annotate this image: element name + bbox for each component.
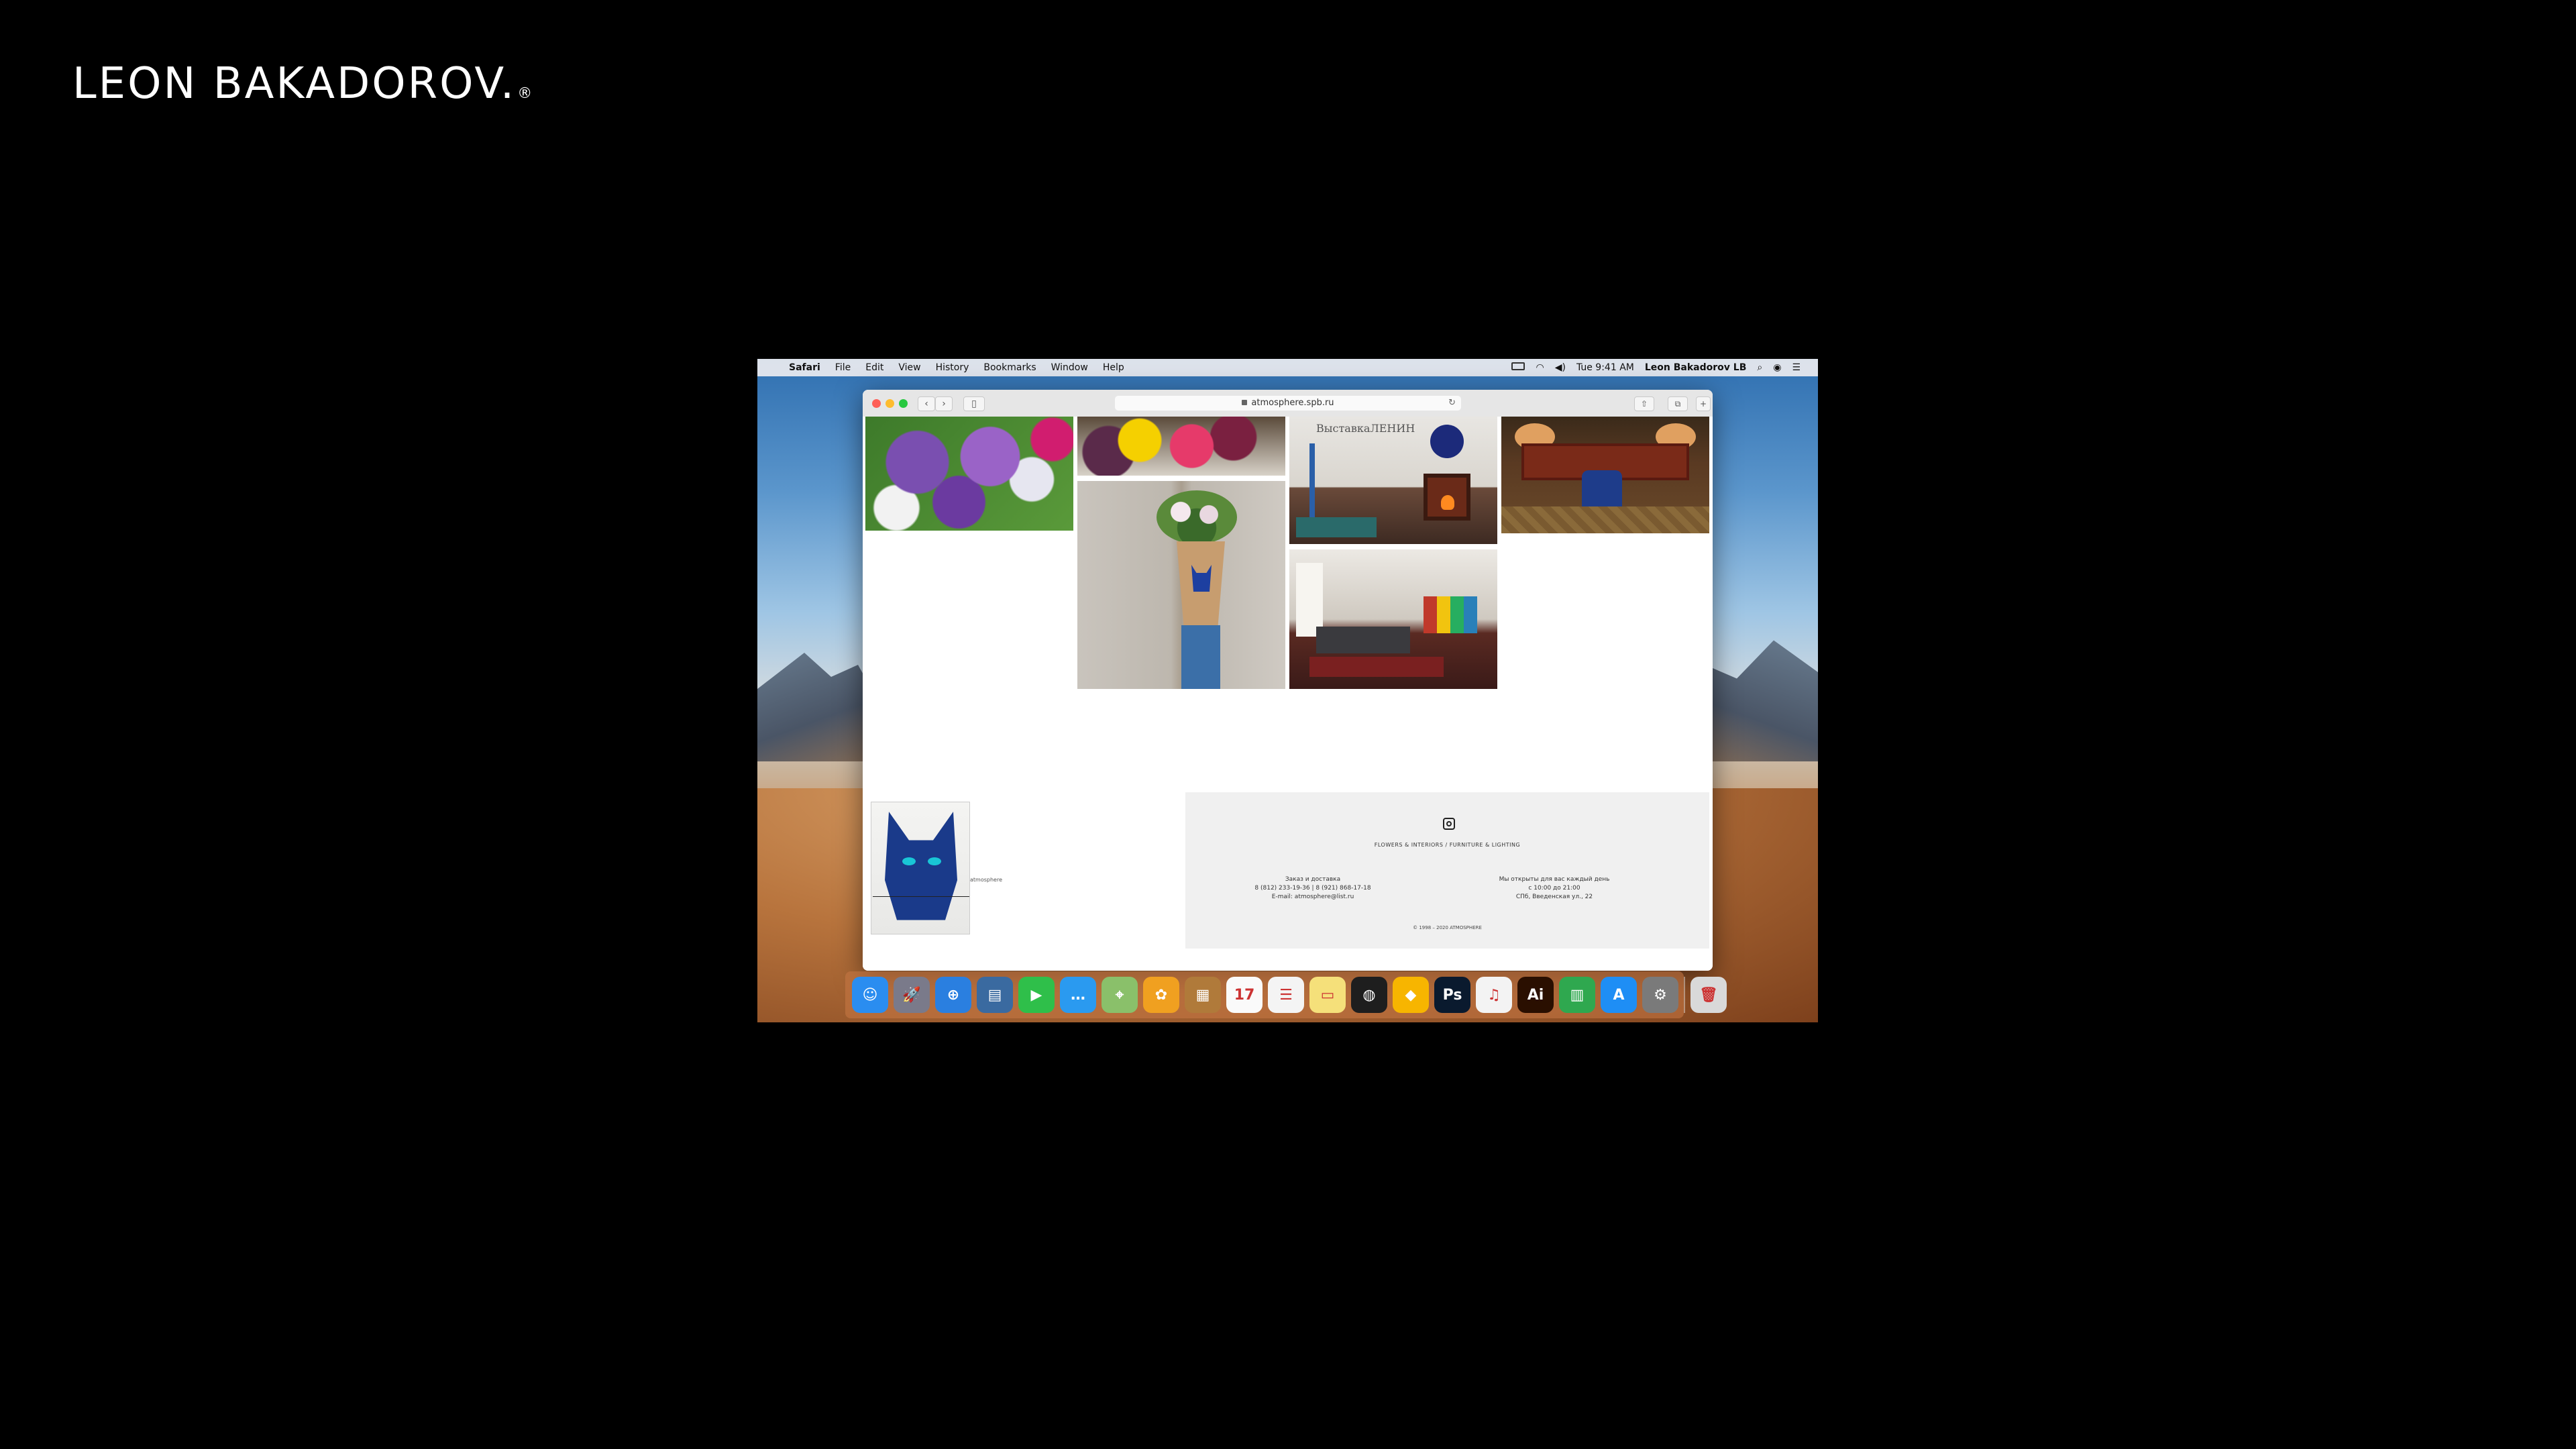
facetime-icon[interactable]: ▶: [1018, 977, 1055, 1013]
brand-logo: LEON BAKADOROV.®: [72, 59, 534, 109]
trash-icon[interactable]: 🗑: [1690, 977, 1727, 1013]
itunes-icon[interactable]: ♫: [1476, 977, 1512, 1013]
preview-icon[interactable]: ▤: [977, 977, 1013, 1013]
safari-icon[interactable]: ⊕: [935, 977, 971, 1013]
footer-phones[interactable]: 8 (812) 233-19-36 | 8 (921) 868-17-18: [1239, 884, 1387, 893]
gallery-photo-bouquet[interactable]: [1077, 417, 1285, 476]
fireplace-shape: [1424, 474, 1470, 521]
notes-brown-icon[interactable]: ▦: [1185, 977, 1221, 1013]
photoshop-icon[interactable]: Ps: [1434, 977, 1470, 1013]
wifi-icon[interactable]: ◠: [1530, 362, 1549, 373]
notification-center-icon[interactable]: ☰: [1786, 362, 1806, 373]
sofa-shape: [1316, 627, 1410, 653]
gallery-photo-hydrangeas[interactable]: [865, 417, 1073, 531]
cat-artwork-caption: atmosphere: [970, 877, 1002, 883]
menubar-status-area: ◠ ◀) Tue 9:41 AM Leon Bakadorov LB ⌕ ◉ ☰: [1506, 362, 1818, 373]
menu-bookmarks[interactable]: Bookmarks: [976, 362, 1043, 373]
fullscreen-window-button[interactable]: [899, 399, 908, 408]
safari-window: ‹ › ▯ atmosphere.spb.ru ↻ ⇧ ⧉ + Выставка…: [863, 390, 1713, 971]
menu-help[interactable]: Help: [1095, 362, 1132, 373]
wall-art-shape: [1424, 596, 1477, 633]
siri-icon[interactable]: ◉: [1768, 362, 1786, 373]
cat-head-shape: [885, 812, 957, 920]
brand-name: LEON BAKADOROV.: [72, 59, 517, 109]
tabs-overview-icon[interactable]: ⧉: [1668, 396, 1688, 411]
finder-icon[interactable]: ☺: [852, 977, 888, 1013]
menubar-user[interactable]: Leon Bakadorov LB: [1640, 362, 1752, 373]
photos-icon[interactable]: ✿: [1143, 977, 1179, 1013]
airplay-icon[interactable]: [1506, 362, 1530, 373]
back-button[interactable]: ‹: [918, 396, 935, 411]
menu-window[interactable]: Window: [1044, 362, 1095, 373]
spotlight-icon[interactable]: ⌕: [1752, 362, 1768, 373]
calendar-icon[interactable]: 17: [1226, 977, 1263, 1013]
floor-lamp-shape: [1309, 443, 1315, 524]
rug-shape: [1309, 657, 1444, 677]
messages-icon[interactable]: …: [1060, 977, 1096, 1013]
instagram-icon[interactable]: [1443, 818, 1455, 830]
menu-file[interactable]: File: [828, 362, 858, 373]
jeans-shape: [1181, 625, 1220, 689]
footer-contacts: Заказ и доставка 8 (812) 233-19-36 | 8 (…: [1239, 875, 1387, 902]
dock: ☺ 🚀 ⊕ ▤ ▶… ⌖ ✿ ▦ 17 ☰ ▭ ◍ ◆ Ps ♫ Ai ▥ A ⚙ 🗑: [845, 971, 1727, 1018]
gallery-photo-fireplace-room[interactable]: ВыставкаЛЕНИН: [1289, 417, 1497, 544]
footer-hours: Мы открыты для вас каждый день с 10:00 д…: [1481, 875, 1628, 902]
cat-artwork-image[interactable]: [871, 802, 970, 934]
close-window-button[interactable]: [872, 399, 881, 408]
cat-whiskers: [873, 896, 969, 897]
system-preferences-icon[interactable]: ⚙: [1642, 977, 1678, 1013]
launchpad-icon[interactable]: 🚀: [894, 977, 930, 1013]
desktop-screen: Safari File Edit View History Bookmarks …: [757, 359, 1818, 1022]
appstore-icon[interactable]: A: [1601, 977, 1637, 1013]
footer-open-hours: с 10:00 до 21:00: [1528, 885, 1580, 892]
notes-icon[interactable]: ▭: [1309, 977, 1346, 1013]
browser-toolbar: ‹ › ▯ atmosphere.spb.ru ↻ ⇧ ⧉ +: [863, 390, 1713, 417]
cat-eye-right: [928, 857, 941, 865]
menu-edit[interactable]: Edit: [858, 362, 891, 373]
footer-copyright: © 1998 – 2020 ATMOSPHERE: [1413, 925, 1482, 930]
window-shape: [1296, 563, 1323, 637]
footer-tagline: FLOWERS & INTERIORS / FURNITURE & LIGHTI…: [1374, 842, 1521, 848]
figma-icon[interactable]: ◍: [1351, 977, 1387, 1013]
illustrator-icon[interactable]: Ai: [1517, 977, 1554, 1013]
volume-icon[interactable]: ◀): [1550, 362, 1571, 373]
reload-icon[interactable]: ↻: [1448, 396, 1456, 411]
menu-app-name[interactable]: Safari: [782, 362, 828, 373]
sofa-shape: [1296, 517, 1377, 537]
footer-order-title: Заказ и доставка: [1285, 876, 1341, 883]
new-tab-icon[interactable]: +: [1696, 396, 1711, 411]
gallery-photo-living-room[interactable]: [1289, 549, 1497, 689]
reminders-icon[interactable]: ☰: [1268, 977, 1304, 1013]
menu-view[interactable]: View: [891, 362, 928, 373]
room-wall-text: ВыставкаЛЕНИН: [1316, 422, 1415, 435]
menu-history[interactable]: History: [928, 362, 977, 373]
numbers-icon[interactable]: ▥: [1559, 977, 1595, 1013]
footer-open-title: Мы открыты для вас каждый день: [1499, 876, 1610, 883]
footer-address: СПб, Введенская ул., 22: [1515, 894, 1593, 900]
registered-mark: ®: [517, 85, 535, 102]
menubar-clock[interactable]: Tue 9:41 AM: [1571, 362, 1640, 373]
menu-bar: Safari File Edit View History Bookmarks …: [757, 359, 1818, 376]
minimize-window-button[interactable]: [885, 399, 894, 408]
url-text: atmosphere.spb.ru: [1251, 398, 1334, 408]
wall-clock-shape: [1430, 425, 1464, 458]
site-footer: FLOWERS & INTERIORS / FURNITURE & LIGHTI…: [1185, 792, 1709, 949]
footer-email[interactable]: E-mail: atmosphere@list.ru: [1239, 893, 1387, 902]
forward-button[interactable]: ›: [935, 396, 953, 411]
bouquet-shape: [1157, 490, 1237, 544]
gallery-photo-desk-interior[interactable]: [1501, 417, 1709, 533]
maps-icon[interactable]: ⌖: [1102, 977, 1138, 1013]
share-icon[interactable]: ⇧: [1634, 396, 1654, 411]
web-page-content: ВыставкаЛЕНИН atmosphere FLOWERS & INTER…: [863, 417, 1713, 971]
sidebar-toggle-icon[interactable]: ▯: [963, 396, 985, 411]
dock-separator: [1684, 977, 1685, 1013]
lock-icon: [1242, 400, 1248, 405]
parquet-floor-shape: [1501, 506, 1709, 533]
address-bar[interactable]: atmosphere.spb.ru ↻: [1115, 396, 1461, 411]
gallery-photo-girl-with-flowers[interactable]: [1077, 481, 1285, 689]
cat-eye-left: [902, 857, 916, 865]
sketch-icon[interactable]: ◆: [1393, 977, 1429, 1013]
